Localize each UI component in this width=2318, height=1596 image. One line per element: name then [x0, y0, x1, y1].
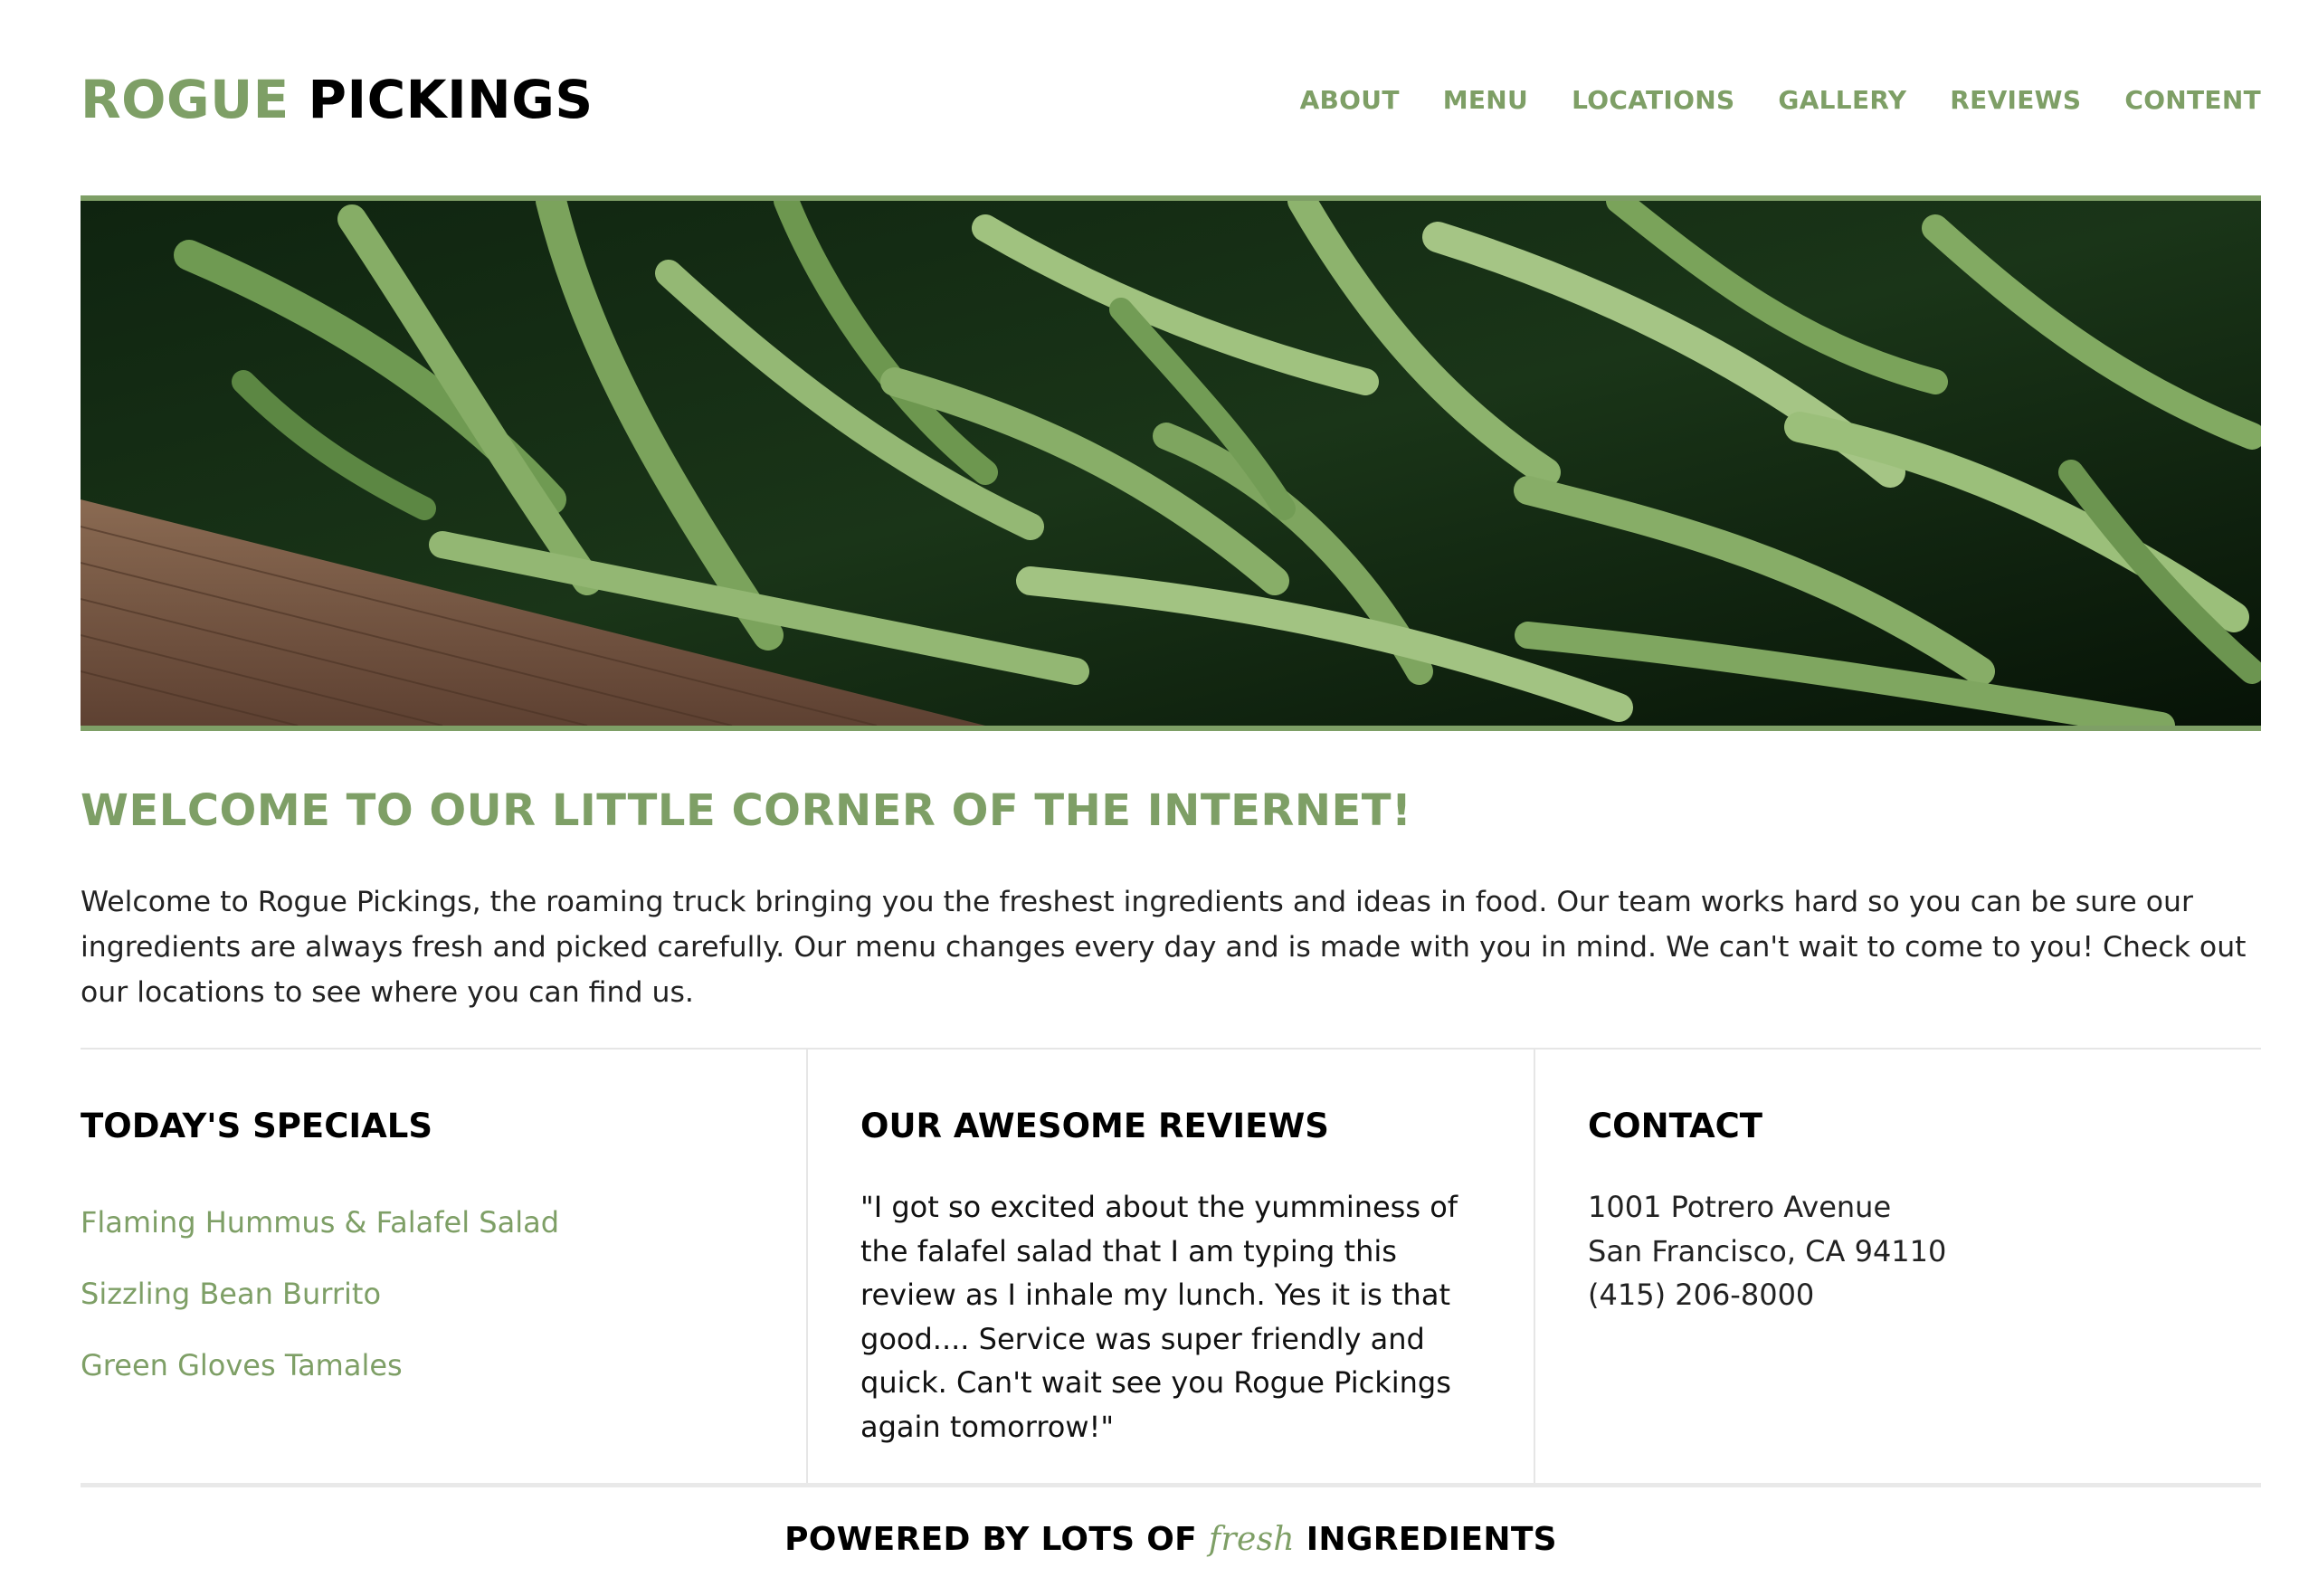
- nav-link-locations[interactable]: LOCATIONS: [1572, 85, 1734, 115]
- logo-part-rogue: ROGUE: [81, 69, 290, 130]
- main-nav: ABOUT MENU LOCATIONS GALLERY REVIEWS CON…: [1300, 63, 2261, 136]
- nav-link-about[interactable]: ABOUT: [1300, 85, 1400, 115]
- site-header: ROGUE PICKINGS ABOUT MENU LOCATIONS GALL…: [81, 63, 2261, 136]
- review-quote: "I got so excited about the yumminess of…: [860, 1190, 1458, 1444]
- phone-number: (415) 206-8000: [1588, 1278, 1815, 1312]
- list-item: Flaming Hummus & Falafel Salad: [81, 1202, 559, 1273]
- list-item: Green Gloves Tamales: [81, 1344, 559, 1416]
- special-link-tamales[interactable]: Green Gloves Tamales: [81, 1348, 403, 1382]
- reviews-heading: OUR AWESOME REVIEWS: [860, 1107, 1329, 1145]
- info-columns: TODAY'S SPECIALS Flaming Hummus & Falafe…: [81, 1048, 2261, 1487]
- logo-part-pickings: PICKINGS: [308, 69, 594, 130]
- site-logo[interactable]: ROGUE PICKINGS: [81, 63, 594, 136]
- specials-heading: TODAY'S SPECIALS: [81, 1107, 432, 1145]
- special-link-hummus-falafel[interactable]: Flaming Hummus & Falafel Salad: [81, 1205, 559, 1240]
- nav-link-content[interactable]: CONTENT: [2124, 85, 2261, 115]
- address-line-2: San Francisco, CA 94110: [1588, 1233, 1947, 1268]
- welcome-heading: WELCOME TO OUR LITTLE CORNER OF THE INTE…: [81, 785, 1412, 836]
- contact-column: CONTACT 1001 Potrero Avenue San Francisc…: [1535, 1050, 2261, 1483]
- nav-link-reviews[interactable]: REVIEWS: [1950, 85, 2081, 115]
- page: ROGUE PICKINGS ABOUT MENU LOCATIONS GALL…: [0, 0, 2318, 1596]
- contact-details: 1001 Potrero Avenue San Francisco, CA 94…: [1588, 1185, 1946, 1317]
- address-line-1: 1001 Potrero Avenue: [1588, 1190, 1892, 1224]
- specials-list: Flaming Hummus & Falafel Salad Sizzling …: [81, 1202, 559, 1416]
- contact-heading: CONTACT: [1588, 1107, 1762, 1145]
- special-link-bean-burrito[interactable]: Sizzling Bean Burrito: [81, 1277, 381, 1311]
- footer-fresh-word: fresh: [1208, 1521, 1295, 1558]
- footer-text-before: POWERED BY LOTS OF: [784, 1521, 1198, 1558]
- hero-image: [81, 195, 2261, 731]
- site-footer: POWERED BY LOTS OF fresh INGREDIENTS: [81, 1513, 2261, 1567]
- reviews-column: OUR AWESOME REVIEWS "I got so excited ab…: [808, 1050, 1535, 1483]
- specials-column: TODAY'S SPECIALS Flaming Hummus & Falafe…: [81, 1050, 808, 1483]
- footer-text-after: INGREDIENTS: [1306, 1521, 1557, 1558]
- nav-link-menu[interactable]: MENU: [1443, 85, 1528, 115]
- nav-link-gallery[interactable]: GALLERY: [1778, 85, 1906, 115]
- green-beans-illustration: [81, 201, 2261, 726]
- welcome-paragraph: Welcome to Rogue Pickings, the roaming t…: [81, 886, 2247, 1009]
- list-item: Sizzling Bean Burrito: [81, 1273, 559, 1344]
